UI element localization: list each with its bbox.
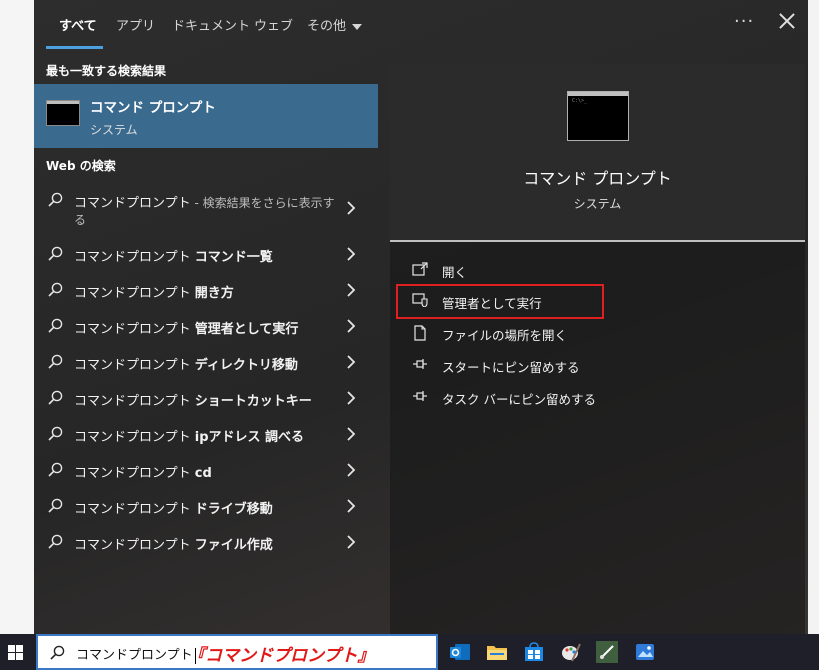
best-match-result[interactable]: コマンド プロンプト システム xyxy=(34,84,378,148)
web-search-heading: Web の検索 xyxy=(46,159,116,173)
pin-icon xyxy=(413,359,427,369)
chevron-down-icon xyxy=(352,23,363,30)
store-icon[interactable] xyxy=(523,641,545,663)
action-label: ファイルの場所を開く xyxy=(442,328,568,343)
chevron-right-icon xyxy=(347,535,356,549)
annotation-text: 『コマンドプロンプト』 xyxy=(188,646,375,666)
pin-icon xyxy=(413,391,427,401)
tab-more[interactable]: その他 xyxy=(307,15,363,34)
desktop-background-right xyxy=(808,0,819,634)
chevron-right-icon xyxy=(347,283,356,297)
chevron-right-icon xyxy=(347,355,356,369)
web-result-label: コマンドプロンプト ドライブ移動 xyxy=(74,502,273,517)
tab-more-label: その他 xyxy=(307,19,347,34)
web-result-more[interactable]: コマンドプロンプト - 検索結果をさらに表示す る xyxy=(34,183,378,231)
windows-start-icon[interactable] xyxy=(8,645,24,661)
preview-header: コマンド プロンプト システム xyxy=(390,64,805,242)
more-options-icon[interactable]: ··· xyxy=(734,11,754,32)
web-result-label: コマンドプロンプト コマンド一覧 xyxy=(74,250,273,265)
web-result-label: コマンドプロンプト 管理者として実行 xyxy=(74,322,299,337)
web-result-label: コマンドプロンプト ショートカットキー xyxy=(74,394,312,409)
filter-tabs: すべて アプリ ドキュメント ウェブ その他 ··· xyxy=(34,0,808,50)
search-icon xyxy=(48,462,63,477)
web-result-item[interactable]: コマンドプロンプト ドライブ移動 xyxy=(34,489,378,523)
tab-documents[interactable]: ドキュメント xyxy=(172,15,250,34)
web-result-item[interactable]: コマンドプロンプト ディレクトリ移動 xyxy=(34,345,378,379)
web-result-label-line2: る xyxy=(74,213,87,227)
preview-pane: コマンド プロンプト システム 開く 管理者として実行 ファイルの場所を開く ス… xyxy=(390,64,805,634)
open-icon xyxy=(412,262,428,276)
web-result-label: コマンドプロンプト ファイル作成 xyxy=(74,538,273,553)
web-result-item[interactable]: コマンドプロンプト ファイル作成 xyxy=(34,525,378,559)
command-prompt-icon xyxy=(46,100,80,126)
command-prompt-icon xyxy=(567,91,629,141)
search-icon xyxy=(48,318,63,333)
active-tab-indicator xyxy=(46,46,103,49)
search-icon xyxy=(50,645,65,660)
chevron-right-icon xyxy=(347,201,356,215)
action-pin-to-start[interactable]: スタートにピン留めする xyxy=(412,354,712,376)
web-result-label: コマンドプロンプト ipアドレス 調べる xyxy=(74,430,305,445)
web-result-item[interactable]: コマンドプロンプト ショートカットキー xyxy=(34,381,378,415)
chevron-right-icon xyxy=(347,427,356,441)
search-input-value: コマンドプロンプト xyxy=(76,644,196,664)
snipping-tool-icon[interactable] xyxy=(596,641,618,663)
web-result-item[interactable]: コマンドプロンプト コマンド一覧 xyxy=(34,237,378,271)
action-open[interactable]: 開く xyxy=(412,259,712,281)
paint-icon[interactable] xyxy=(560,641,582,663)
search-icon xyxy=(48,390,63,405)
web-result-label: コマンドプロンプト ディレクトリ移動 xyxy=(74,358,298,373)
desktop-background xyxy=(0,0,34,634)
search-icon xyxy=(48,534,63,549)
tab-all[interactable]: すべて xyxy=(59,15,97,34)
best-match-heading: 最も一致する検索結果 xyxy=(46,64,167,78)
chevron-right-icon xyxy=(347,463,356,477)
chevron-right-icon xyxy=(347,391,356,405)
web-result-label: コマンドプロンプト - 検索結果をさらに表示す xyxy=(74,196,335,211)
web-result-label: コマンドプロンプト 開き方 xyxy=(74,286,234,301)
web-result-label: コマンドプロンプト cd xyxy=(74,466,212,481)
web-result-item[interactable]: コマンドプロンプト 開き方 xyxy=(34,273,378,307)
best-match-subtitle: システム xyxy=(90,123,138,137)
outlook-icon[interactable] xyxy=(449,641,471,663)
search-icon xyxy=(48,192,63,207)
file-explorer-icon[interactable] xyxy=(486,641,508,663)
taskbar-search-input[interactable]: コマンドプロンプト 『コマンドプロンプト』 xyxy=(36,634,438,670)
web-result-item[interactable]: コマンドプロンプト 管理者として実行 xyxy=(34,309,378,343)
action-label: タスク バーにピン留めする xyxy=(442,392,596,407)
web-result-item[interactable]: コマンドプロンプト ipアドレス 調べる xyxy=(34,417,378,451)
action-label: 開く xyxy=(442,265,468,280)
best-match-title: コマンド プロンプト xyxy=(90,100,216,116)
taskbar: コマンドプロンプト 『コマンドプロンプト』 xyxy=(0,634,819,670)
photos-icon[interactable] xyxy=(634,641,656,663)
action-label: スタートにピン留めする xyxy=(442,360,580,375)
search-icon xyxy=(48,354,63,369)
highlight-box xyxy=(396,284,604,319)
tab-apps[interactable]: アプリ xyxy=(116,15,155,34)
chevron-right-icon xyxy=(347,499,356,513)
action-open-file-location[interactable]: ファイルの場所を開く xyxy=(412,322,712,344)
web-result-item[interactable]: コマンドプロンプト cd xyxy=(34,453,378,487)
preview-title: コマンド プロンプト xyxy=(523,169,672,188)
tab-web[interactable]: ウェブ xyxy=(254,15,293,34)
search-icon xyxy=(48,426,63,441)
file-icon xyxy=(414,325,426,341)
chevron-right-icon xyxy=(347,319,356,333)
search-icon xyxy=(48,282,63,297)
preview-subtitle: システム xyxy=(573,197,622,211)
action-pin-to-taskbar[interactable]: タスク バーにピン留めする xyxy=(412,386,712,408)
search-icon xyxy=(48,246,63,261)
search-icon xyxy=(48,498,63,513)
chevron-right-icon xyxy=(347,247,356,261)
close-icon[interactable] xyxy=(776,10,798,32)
